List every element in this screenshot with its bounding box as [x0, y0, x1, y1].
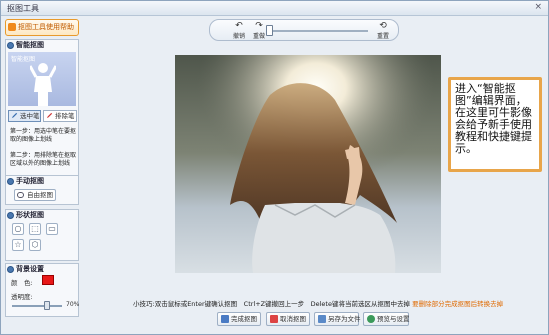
step-two-text: 第二步：用排除笔在抠取区域以外的图像上划线 [10, 152, 77, 167]
transparency-slider-track[interactable] [12, 305, 62, 307]
section-collapse-icon [7, 212, 14, 219]
tips-line: 小技巧:双击鼠标或Enter键确认抠图 Ctrl+Z键撤回上一步 Delete键… [133, 298, 503, 308]
step-one-text: 第一步：用选中笔在要抠取的图像上划线 [10, 128, 77, 143]
top-toolbar: ↶ 撤销 ↷ 重做 ⟲ 重置 [209, 19, 399, 41]
zoom-slider-thumb[interactable] [266, 25, 273, 36]
background-settings-section: 背景设置 颜 色: 透明度: 70% [5, 263, 79, 317]
shape-cutout-section: 形状抠图 ○ ⬚ ▭ ☆ ⬡ [5, 209, 79, 261]
ellipse-shape-button[interactable]: ○ [12, 223, 24, 235]
window-title: 抠图工具 [7, 4, 39, 13]
smart-cutout-heading-label: 智能抠图 [16, 41, 44, 49]
manual-cutout-heading-label: 手动抠图 [16, 177, 44, 185]
save-icon [318, 315, 326, 323]
undo-icon: ↶ [235, 21, 243, 31]
undo-button[interactable]: ↶ 撤销 [228, 21, 250, 41]
cutout-tool-window: 抠图工具 × 抠图工具使用帮助 智能抠图 智能抠图 选中笔 排除笔 第一步：用选… [0, 0, 549, 335]
erase-brush-button[interactable]: 排除笔 [43, 110, 77, 122]
manual-cutout-section: 手动抠图 自由抠图 [5, 175, 79, 205]
smart-cutout-heading[interactable]: 智能抠图 [6, 40, 78, 51]
background-settings-heading[interactable]: 背景设置 [6, 264, 78, 275]
help-button-label: 抠图工具使用帮助 [18, 23, 74, 31]
pencil-icon [11, 112, 18, 119]
gear-icon [367, 315, 375, 323]
title-bar: 抠图工具 × [1, 1, 548, 16]
shape-cutout-heading-label: 形状抠图 [16, 211, 44, 219]
free-cutout-label: 自由抠图 [27, 191, 53, 199]
rectangle-shape-button[interactable]: ⬚ [29, 223, 41, 235]
rounded-rect-shape-button[interactable]: ▭ [46, 223, 58, 235]
left-panel: 抠图工具使用帮助 智能抠图 智能抠图 选中笔 排除笔 第一步：用选中笔在要抠取的… [5, 19, 79, 317]
tips-link[interactable]: 要删除部分完成抠图后转换去掉 [412, 300, 503, 308]
erase-brush-label: 排除笔 [55, 112, 75, 120]
reset-icon: ⟲ [379, 21, 387, 31]
person-silhouette-icon [30, 63, 56, 106]
redo-icon: ↷ [255, 21, 263, 31]
shape-cutout-heading[interactable]: 形状抠图 [6, 210, 78, 221]
transparency-value: 70% [66, 301, 80, 308]
smart-cutout-thumbnail[interactable]: 智能抠图 [8, 52, 76, 106]
transparency-slider-thumb[interactable] [44, 301, 50, 310]
eraser-icon [46, 112, 53, 119]
help-button[interactable]: 抠图工具使用帮助 [5, 19, 79, 36]
complete-cutout-label: 完成抠图 [231, 315, 257, 323]
color-swatch[interactable] [42, 275, 54, 285]
section-collapse-icon [7, 178, 14, 185]
lasso-icon [17, 192, 24, 198]
checkmark-icon [221, 315, 229, 323]
save-as-file-button[interactable]: 另存为文件 [314, 312, 361, 326]
keep-brush-label: 选中笔 [20, 112, 40, 120]
reset-label: 重置 [376, 33, 389, 40]
tips-label: 小技巧: [133, 300, 155, 308]
complete-cutout-button[interactable]: 完成抠图 [217, 312, 261, 326]
undo-label: 撤销 [232, 33, 245, 40]
keep-brush-button[interactable]: 选中笔 [8, 110, 41, 122]
section-collapse-icon [7, 266, 14, 273]
background-settings-heading-label: 背景设置 [16, 265, 44, 273]
image-canvas[interactable] [175, 55, 441, 273]
free-cutout-button[interactable]: 自由抠图 [14, 189, 56, 201]
color-label: 颜 色: [11, 279, 33, 287]
tips-text: 双击鼠标或Enter键确认抠图 Ctrl+Z键撤回上一步 Delete键将当前选… [154, 300, 410, 308]
cancel-cutout-button[interactable]: 取消抠图 [266, 312, 310, 326]
cancel-icon [270, 315, 278, 323]
redo-label: 重做 [252, 33, 265, 40]
photo-woman-hair [175, 55, 441, 273]
smart-cutout-section: 智能抠图 智能抠图 选中笔 排除笔 第一步：用选中笔在要抠取的图像上划线 第二步… [5, 39, 79, 181]
reset-button[interactable]: ⟲ 重置 [372, 21, 394, 41]
transparency-label: 透明度: [11, 293, 33, 301]
tutorial-tip-box: 进入“智能抠图”编辑界面，在这里可牛影像会给予新手使用教程和快捷键提示。 [448, 77, 542, 172]
star-shape-button[interactable]: ☆ [12, 239, 24, 251]
preview-settings-button[interactable]: 预览与设置 [363, 312, 410, 326]
help-icon [8, 23, 16, 31]
hexagon-shape-button[interactable]: ⬡ [29, 239, 41, 251]
preview-settings-label: 预览与设置 [377, 315, 410, 323]
section-collapse-icon [7, 42, 14, 49]
manual-cutout-heading[interactable]: 手动抠图 [6, 176, 78, 187]
cancel-cutout-label: 取消抠图 [280, 315, 306, 323]
save-as-file-label: 另存为文件 [328, 315, 361, 323]
close-icon[interactable]: × [534, 2, 542, 12]
zoom-slider-track[interactable] [268, 30, 368, 32]
